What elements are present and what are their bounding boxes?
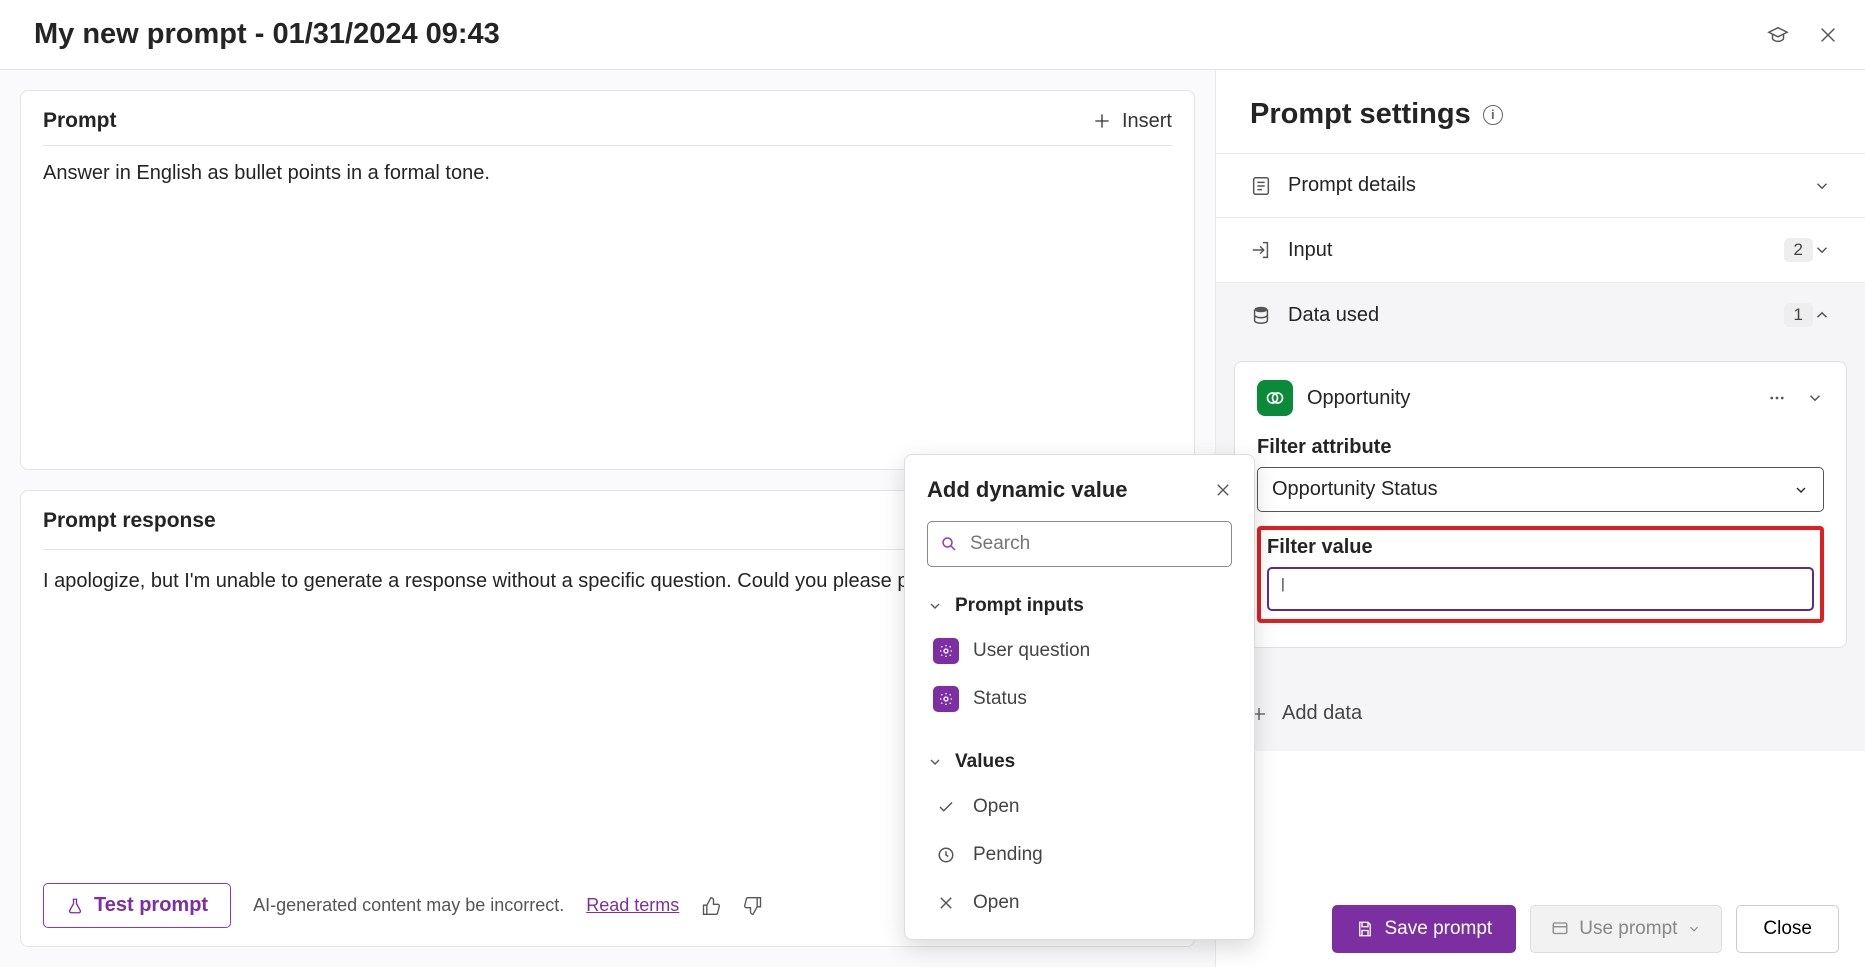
entity-name: Opportunity: [1307, 387, 1754, 410]
popover-item-label: Status: [973, 688, 1027, 710]
filter-attribute-select[interactable]: Opportunity Status: [1257, 467, 1824, 512]
data-count-badge: 1: [1784, 303, 1813, 327]
read-terms-link[interactable]: Read terms: [586, 895, 679, 916]
add-data-button[interactable]: Add data: [1216, 678, 1865, 751]
save-icon: [1356, 920, 1374, 938]
info-icon[interactable]: i: [1483, 105, 1503, 125]
chevron-down-icon: [1813, 177, 1831, 195]
popover-item-label: Pending: [973, 844, 1043, 866]
section-label: Input: [1288, 239, 1772, 262]
chevron-down-icon: [1687, 922, 1701, 936]
popover-section-inputs-label: Prompt inputs: [955, 595, 1084, 617]
filter-value-highlight: Filter value |: [1257, 526, 1824, 623]
details-icon: [1250, 175, 1272, 197]
page-title: My new prompt - 01/31/2024 09:43: [34, 18, 1767, 51]
clock-icon: [933, 842, 959, 868]
popover-search-input[interactable]: [968, 532, 1219, 556]
dataverse-icon: [1257, 380, 1293, 416]
prompt-heading: Prompt: [43, 109, 1092, 133]
search-icon: [940, 535, 958, 553]
popover-item-label: User question: [973, 640, 1090, 662]
insert-label: Insert: [1122, 110, 1172, 133]
thumbs-down-icon[interactable]: [743, 896, 763, 916]
close-button[interactable]: Close: [1736, 905, 1839, 953]
filter-value-label: Filter value: [1267, 536, 1814, 559]
prompt-text[interactable]: Answer in English as bullet points in a …: [43, 162, 1172, 185]
input-icon: [1250, 239, 1272, 261]
filter-attribute-value: Opportunity Status: [1272, 478, 1793, 501]
ai-icon: [933, 686, 959, 712]
input-count-badge: 2: [1784, 238, 1813, 262]
filter-attribute-label: Filter attribute: [1257, 436, 1824, 459]
popover-value-pending[interactable]: Pending: [927, 831, 1232, 879]
section-label: Data used: [1288, 304, 1772, 327]
close-icon[interactable]: [1817, 24, 1839, 46]
section-label: Prompt details: [1288, 174, 1813, 197]
popover-item-label: Open: [973, 892, 1019, 914]
chevron-down-icon: [927, 598, 943, 614]
popover-close-icon[interactable]: [1214, 481, 1232, 499]
x-icon: [933, 890, 959, 916]
section-data-used[interactable]: Data used 1: [1216, 283, 1865, 347]
add-data-label: Add data: [1282, 702, 1362, 725]
chevron-down-icon: [927, 754, 943, 770]
section-input[interactable]: Input 2: [1216, 218, 1865, 282]
more-icon[interactable]: [1768, 389, 1786, 407]
popover-input-user-question[interactable]: User question: [927, 627, 1232, 675]
prompt-card: Prompt Insert Answer in English as bulle…: [20, 90, 1195, 470]
use-prompt-button: Use prompt: [1530, 905, 1722, 953]
database-icon: [1250, 304, 1272, 326]
settings-title: Prompt settings: [1250, 98, 1471, 131]
save-prompt-button[interactable]: Save prompt: [1332, 905, 1516, 953]
thumbs-up-icon[interactable]: [701, 896, 721, 916]
chevron-up-icon: [1813, 306, 1831, 324]
ai-icon: [933, 638, 959, 664]
popover-item-label: Open: [973, 796, 1019, 818]
ai-disclaimer: AI-generated content may be incorrect.: [253, 895, 564, 916]
chevron-down-icon: [1793, 482, 1809, 498]
popover-title: Add dynamic value: [927, 477, 1214, 503]
text-cursor: |: [1279, 577, 1287, 592]
popover-section-inputs[interactable]: Prompt inputs: [927, 585, 1232, 627]
opportunity-card: Opportunity Filter attribute Opportunity…: [1234, 361, 1847, 648]
popover-section-values-label: Values: [955, 751, 1015, 773]
check-icon: [933, 794, 959, 820]
filter-value-input[interactable]: [1267, 567, 1814, 611]
close-label: Close: [1763, 918, 1812, 939]
popover-search[interactable]: [927, 521, 1232, 567]
test-prompt-label: Test prompt: [94, 894, 208, 917]
popover-value-open[interactable]: Open: [927, 783, 1232, 831]
insert-button[interactable]: Insert: [1092, 110, 1172, 133]
flow-icon: [1551, 920, 1569, 938]
popover-input-status[interactable]: Status: [927, 675, 1232, 723]
section-prompt-details[interactable]: Prompt details: [1216, 154, 1865, 217]
use-label: Use prompt: [1579, 918, 1677, 940]
add-dynamic-value-popover: Add dynamic value Prompt inputs: [904, 454, 1255, 940]
plus-icon: [1092, 111, 1112, 131]
popover-value-open2[interactable]: Open: [927, 879, 1232, 927]
graduation-icon[interactable]: [1767, 24, 1789, 46]
flask-icon: [66, 897, 84, 915]
test-prompt-button[interactable]: Test prompt: [43, 883, 231, 928]
popover-section-values[interactable]: Values: [927, 741, 1232, 783]
chevron-down-icon[interactable]: [1806, 389, 1824, 407]
chevron-down-icon: [1813, 241, 1831, 259]
save-label: Save prompt: [1384, 918, 1492, 940]
